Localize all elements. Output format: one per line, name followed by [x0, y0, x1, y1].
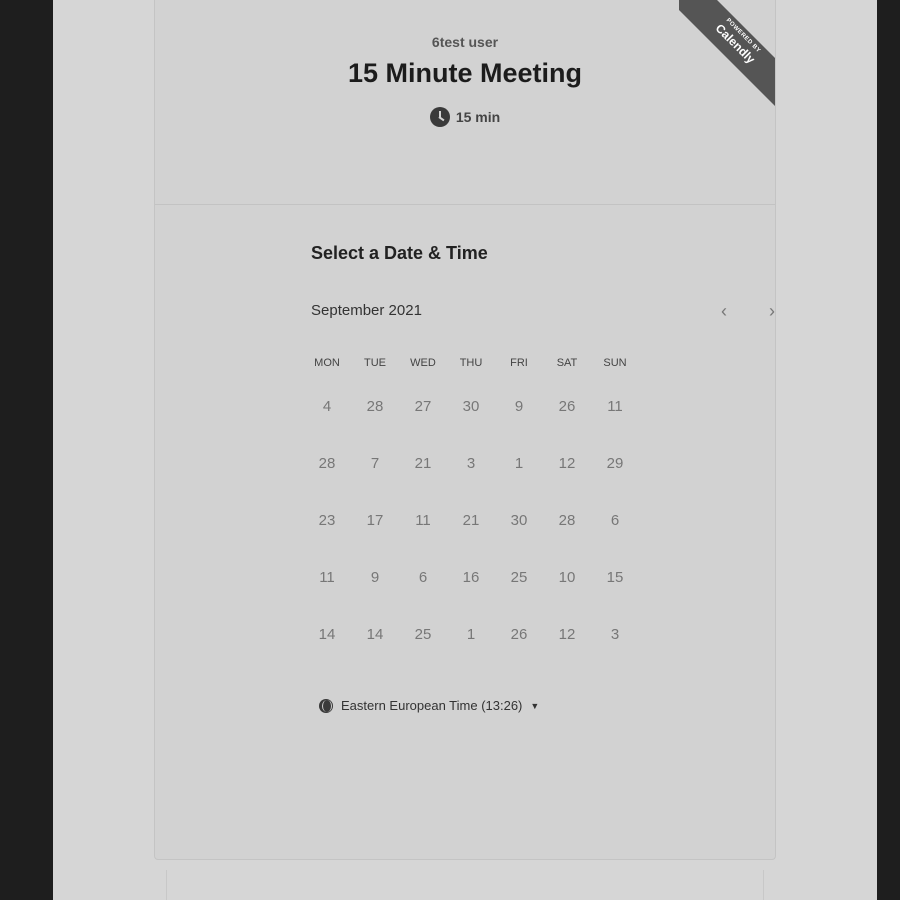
calendar-day: 28: [558, 512, 576, 529]
calendar-day: 28: [318, 455, 336, 472]
calendar-day: 25: [510, 569, 528, 586]
calendar-day: 21: [414, 455, 432, 472]
powered-by-ribbon[interactable]: POWERED BY Calendly: [679, 0, 775, 112]
calendar-day: 14: [366, 626, 384, 643]
caret-down-icon: ▼: [530, 700, 540, 711]
calendar-day: 9: [514, 398, 524, 415]
calendar-day: 12: [558, 626, 576, 643]
duration-label: 15 min: [455, 109, 501, 125]
calendar-day: 17: [366, 512, 384, 529]
calendar-day: 3: [466, 455, 476, 472]
calendar-day: 6: [418, 569, 428, 586]
chevron-left-icon: ‹: [721, 301, 727, 321]
calendar-day: 27: [414, 398, 432, 415]
booking-card: POWERED BY Calendly 6test user 15 Minute…: [154, 0, 776, 860]
calendar-day: 30: [462, 398, 480, 415]
weekday-header: FRI: [510, 357, 528, 369]
weekday-header: MON: [314, 357, 340, 369]
calendar-day: 15: [606, 569, 624, 586]
next-month-button[interactable]: ›: [761, 300, 775, 322]
calendar-day: 23: [318, 512, 336, 529]
calendar-day: 16: [462, 569, 480, 586]
calendar-day: 1: [466, 626, 476, 643]
calendar-day: 11: [319, 569, 335, 586]
globe-icon: [319, 698, 333, 713]
calendar-day: 26: [558, 398, 576, 415]
calendar-day: 30: [510, 512, 528, 529]
calendar-day: 28: [366, 398, 384, 415]
calendar-day: 9: [370, 569, 380, 586]
month-navigation: September 2021 ‹ ›: [311, 300, 775, 324]
weekday-header: SAT: [556, 357, 578, 369]
month-label: September 2021: [311, 302, 422, 319]
lower-card-edge: [166, 870, 764, 900]
section-title: Select a Date & Time: [311, 243, 488, 263]
timezone-selector[interactable]: Eastern European Time (13:26) ▼: [319, 698, 539, 713]
calendar-day: 11: [607, 398, 623, 415]
weekday-header: TUE: [364, 357, 386, 369]
calendar-day: 12: [558, 455, 576, 472]
weekday-header: SUN: [603, 357, 627, 369]
calendar-day: 11: [415, 512, 431, 529]
calendar-day: 4: [322, 398, 332, 415]
calendar-day: 6: [610, 512, 620, 529]
calendar-day: 10: [558, 569, 576, 586]
calendar-day: 21: [462, 512, 480, 529]
previous-month-button[interactable]: ‹: [713, 300, 735, 322]
chevron-right-icon: ›: [769, 301, 775, 321]
calendar-day: 14: [318, 626, 336, 643]
weekday-header: WED: [410, 357, 436, 369]
calendar-day: 1: [514, 455, 524, 472]
calendar-day: 29: [606, 455, 624, 472]
event-duration: 15 min: [429, 107, 501, 127]
calendar-grid: MON TUE WED THU FRI SAT SUN 4 28 27 30 9 26 11 28 7 21 3 1…: [303, 348, 639, 663]
calendar-day: 25: [414, 626, 432, 643]
calendar-day: 3: [610, 626, 620, 643]
calendar-day: 7: [370, 455, 380, 472]
clock-icon: [429, 107, 450, 127]
calendar-day: 26: [510, 626, 528, 643]
timezone-label: Eastern European Time (13:26): [341, 698, 523, 713]
weekday-header: THU: [459, 357, 483, 369]
